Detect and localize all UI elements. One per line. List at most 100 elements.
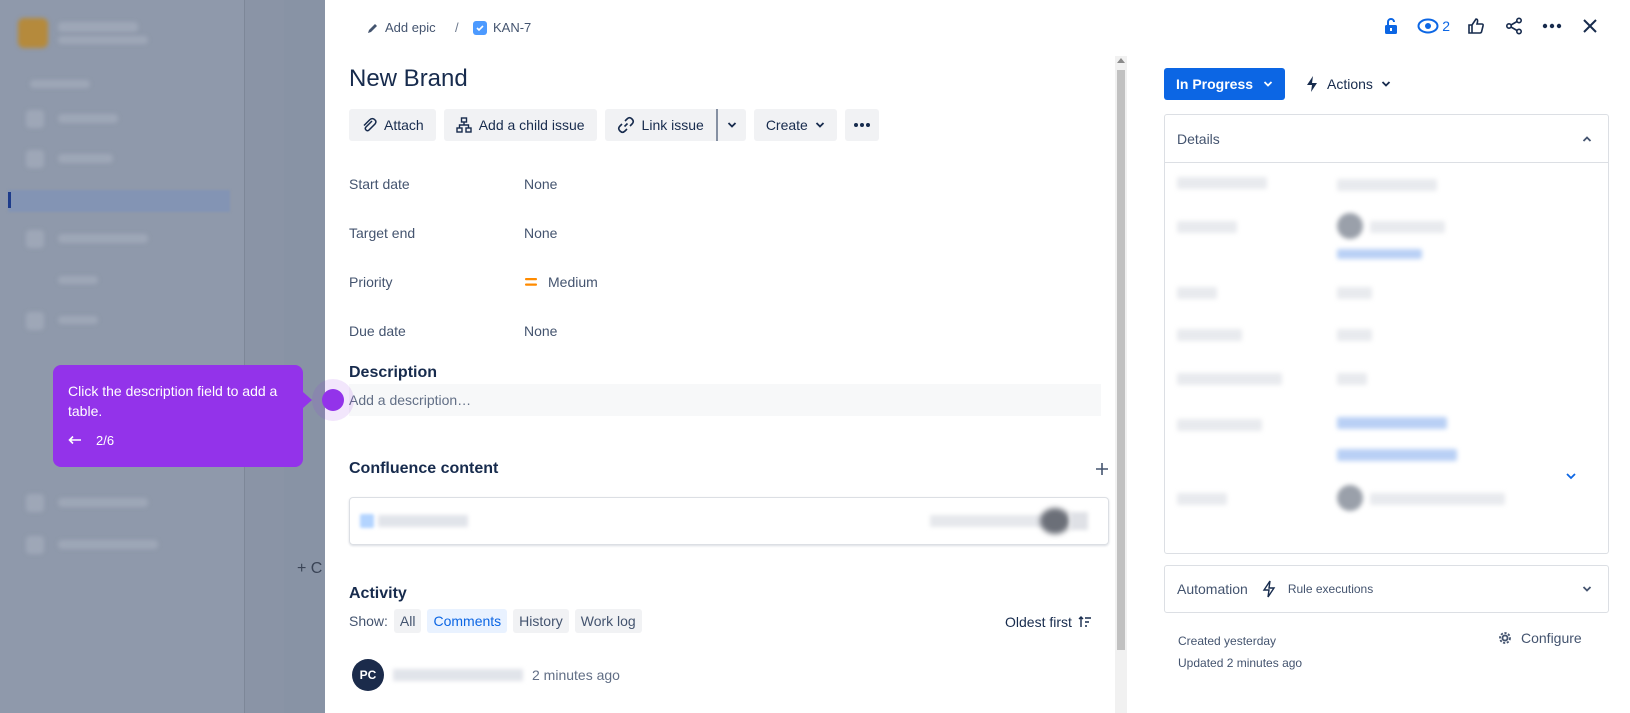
updated-text: Updated 2 minutes ago [1178, 656, 1303, 670]
confluence-page-card[interactable] [349, 497, 1109, 545]
add-child-label: Add a child issue [478, 117, 585, 133]
scrollbar[interactable] [1115, 56, 1127, 713]
lightning-icon [1262, 580, 1276, 598]
field-value[interactable]: None [524, 225, 557, 241]
breadcrumb-separator: / [455, 20, 459, 35]
avatar[interactable]: PC [352, 659, 384, 691]
description-field[interactable]: Add a description… [349, 384, 1101, 416]
configure-label: Configure [1521, 630, 1582, 646]
comment-entry: PC 2 minutes ago [352, 659, 620, 691]
unlock-icon [1385, 18, 1398, 34]
field-target-end[interactable]: Target end None [349, 225, 1069, 245]
chevron-up-icon [1582, 135, 1592, 142]
attach-button[interactable]: Attach [349, 109, 436, 141]
scroll-up-arrow-icon[interactable] [1117, 58, 1125, 63]
issue-key: KAN-7 [493, 20, 532, 35]
link-issue-label: Link issue [641, 117, 704, 133]
plus-icon [1096, 463, 1108, 475]
chevron-down-icon [1566, 473, 1576, 480]
chevron-down-icon [727, 122, 736, 128]
field-priority[interactable]: Priority Medium [349, 274, 1069, 294]
like-button[interactable] [1464, 14, 1488, 38]
status-button[interactable]: In Progress [1164, 68, 1286, 100]
issue-toolbar: Attach Add a child issue Link issue Crea… [349, 109, 879, 141]
comment-time: 2 minutes ago [532, 667, 620, 683]
link-icon [617, 116, 634, 134]
issue-key-link[interactable]: KAN-7 [473, 20, 531, 35]
background-sidebar [0, 0, 245, 713]
field-value[interactable]: None [524, 323, 557, 339]
chevron-down-icon [1381, 81, 1391, 87]
thumbs-up-icon [1468, 18, 1484, 34]
link-issue-button[interactable]: Link issue [604, 109, 716, 141]
lightning-icon [1307, 76, 1317, 92]
automation-panel[interactable]: Automation Rule executions [1164, 565, 1609, 613]
close-button[interactable] [1578, 14, 1602, 38]
task-checkbox-icon [473, 20, 487, 35]
actions-button[interactable]: Actions [1305, 68, 1391, 100]
field-start-date[interactable]: Start date None [349, 176, 1069, 196]
priority-medium-icon [525, 278, 537, 286]
watch-count: 2 [1442, 18, 1450, 34]
created-text: Created yesterday [1178, 634, 1277, 648]
more-icon [853, 123, 870, 127]
background-board: + C [0, 0, 325, 713]
scrollbar-thumb[interactable] [1117, 70, 1125, 650]
sort-order-button[interactable]: Oldest first [1005, 614, 1092, 630]
field-label: Due date [349, 323, 406, 339]
field-value[interactable]: None [524, 176, 557, 192]
eye-icon [1417, 18, 1439, 34]
tooltip-progress: 2/6 [96, 433, 115, 448]
chevron-down-icon [1263, 81, 1273, 87]
add-confluence-button[interactable] [1095, 456, 1109, 482]
add-child-issue-button[interactable]: Add a child issue [443, 109, 597, 141]
modal-topbar: Add epic / KAN-7 2 [325, 0, 1630, 56]
details-panel: Details [1164, 114, 1609, 554]
add-epic-label: Add epic [385, 20, 436, 35]
background-add-label: + C [297, 560, 323, 577]
hierarchy-icon [456, 117, 472, 133]
guide-hotspot[interactable] [322, 389, 344, 411]
field-label: Start date [349, 176, 410, 192]
field-due-date[interactable]: Due date None [349, 323, 1069, 343]
tooltip-nav: 2/6 [68, 433, 288, 448]
chevron-down-icon [815, 122, 824, 128]
confluence-heading: Confluence content [349, 460, 499, 477]
toolbar-more-button[interactable] [844, 109, 879, 141]
field-label: Priority [349, 274, 393, 290]
show-more-fields-button[interactable] [1565, 467, 1577, 483]
configure-button[interactable]: Configure [1497, 630, 1582, 646]
add-epic-link[interactable]: Add epic [367, 20, 436, 35]
background-selected-item [8, 190, 230, 212]
guide-tooltip: Click the description field to add a tab… [53, 365, 303, 467]
filter-comments[interactable]: Comments [427, 609, 508, 633]
more-options-button[interactable] [1540, 14, 1564, 38]
activity-filters: Show: All Comments History Work log [349, 609, 642, 633]
comment-author [393, 669, 523, 681]
header-actions: 2 [1379, 14, 1602, 38]
actions-label: Actions [1327, 76, 1373, 92]
priority-value[interactable]: Medium [524, 274, 598, 290]
filter-history[interactable]: History [513, 609, 569, 633]
link-issue-dropdown-button[interactable] [715, 109, 746, 141]
filter-work-log[interactable]: Work log [574, 609, 642, 633]
issue-modal: Add epic / KAN-7 2 New Brand Attach Add … [325, 0, 1630, 713]
automation-label: Automation [1177, 581, 1248, 597]
unlock-button[interactable] [1379, 14, 1403, 38]
create-button[interactable]: Create [753, 109, 837, 141]
background-logo [18, 18, 48, 48]
sort-icon [1078, 616, 1091, 627]
gear-icon [1499, 632, 1511, 644]
back-arrow-icon[interactable] [68, 433, 82, 448]
status-label: In Progress [1176, 76, 1254, 92]
share-button[interactable] [1502, 14, 1526, 38]
filter-all[interactable]: All [393, 609, 422, 633]
link-issue-split: Link issue [604, 109, 746, 141]
pencil-icon [368, 23, 377, 33]
description-heading: Description [349, 364, 438, 381]
close-icon [1583, 19, 1597, 33]
details-header[interactable]: Details [1165, 115, 1608, 163]
watch-button[interactable]: 2 [1417, 18, 1450, 34]
sort-label: Oldest first [1005, 614, 1072, 630]
issue-title[interactable]: New Brand [349, 65, 468, 93]
